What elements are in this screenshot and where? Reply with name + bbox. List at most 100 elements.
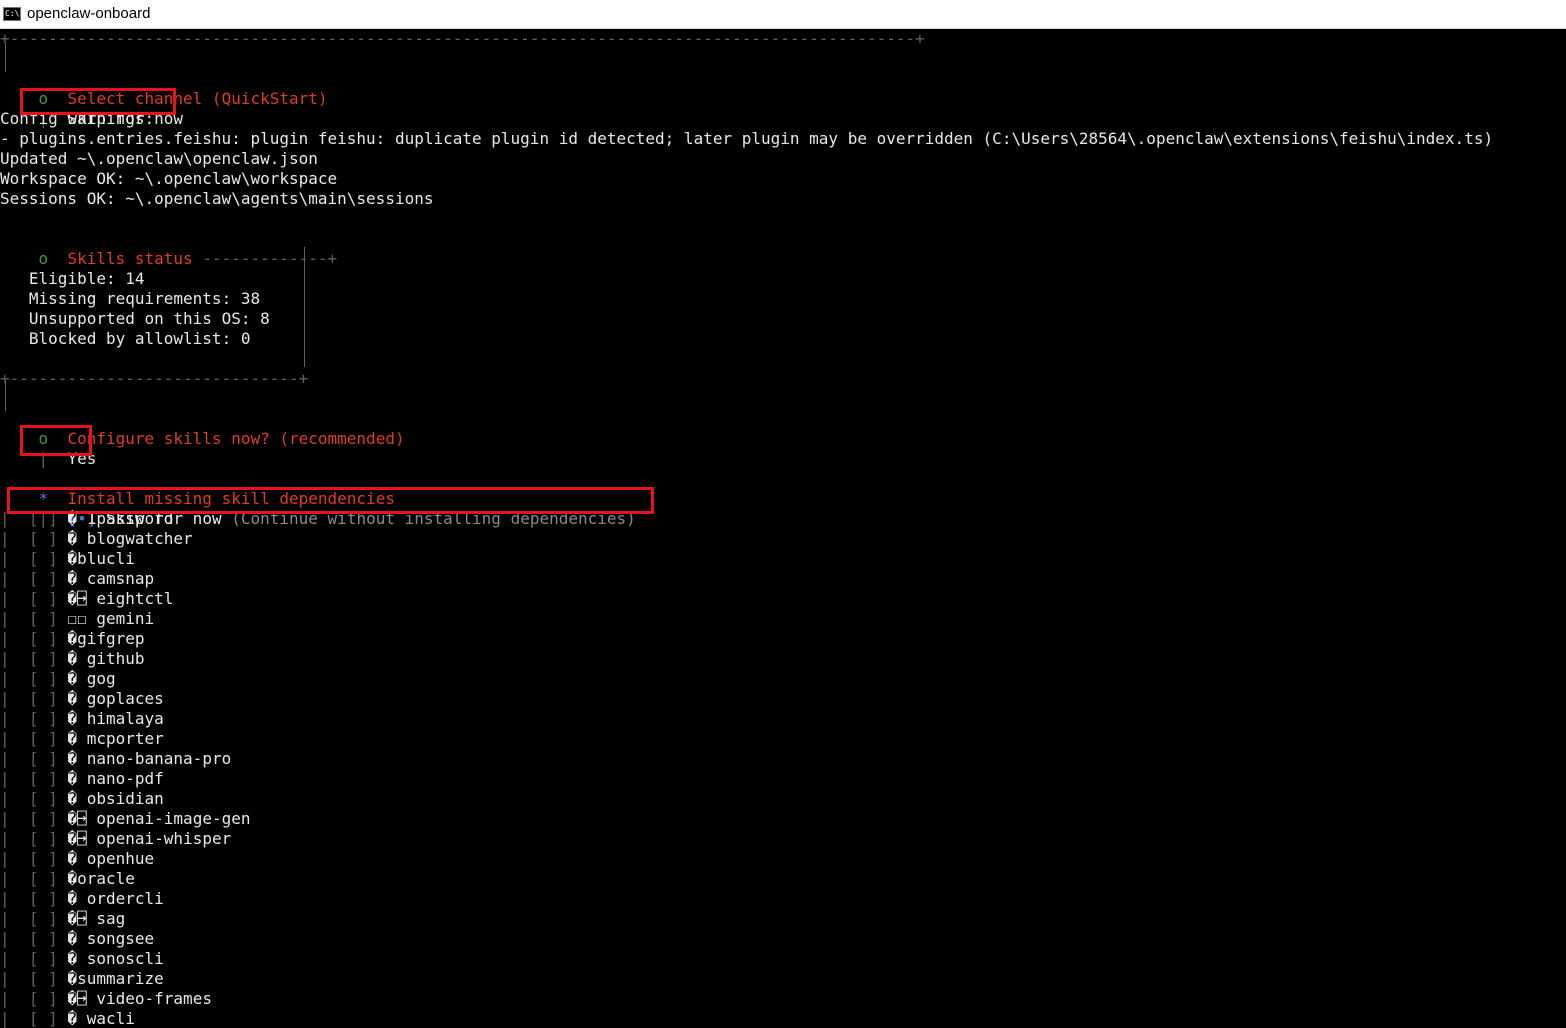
cmd-icon: C:\: [3, 7, 21, 21]
dependency-label: gifgrep: [77, 629, 145, 648]
checkbox[interactable]: [ ]: [29, 589, 58, 608]
dependency-label: eightctl: [96, 589, 174, 608]
checkbox[interactable]: [ ]: [29, 889, 58, 908]
skill-emoji-icon: �: [67, 569, 87, 588]
dependency-option[interactable]: | [ ] �⍈ openai-whisper: [0, 829, 231, 849]
checkbox[interactable]: [ ]: [29, 809, 58, 828]
dependency-option[interactable]: | [ ] � songsee: [0, 929, 154, 949]
status-line-updated: Updated ~\.openclaw\openclaw.json: [0, 149, 318, 168]
skill-emoji-icon: �⍈: [67, 829, 97, 848]
dependency-label: gog: [86, 669, 116, 688]
checkbox[interactable]: [ ]: [29, 749, 58, 768]
skill-emoji-icon: �⍈: [67, 989, 97, 1008]
dependency-option[interactable]: | [ ] �⍈ video-frames: [0, 989, 212, 1009]
dependency-label: sonoscli: [86, 949, 164, 968]
status-line-workspace: Workspace OK: ~\.openclaw\workspace: [0, 169, 338, 188]
dependency-option[interactable]: | [ ] �⍈ openai-image-gen: [0, 809, 250, 829]
checkbox[interactable]: [ ]: [29, 569, 58, 588]
checkbox[interactable]: [ ]: [29, 709, 58, 728]
dependency-label: camsnap: [86, 569, 155, 588]
skill-emoji-icon: ☐☐: [67, 609, 97, 628]
checkbox[interactable]: [ ]: [29, 789, 58, 808]
checkbox[interactable]: [ ]: [29, 609, 58, 628]
dependency-label: github: [86, 649, 145, 668]
dependency-label: obsidian: [86, 789, 164, 808]
skill-emoji-icon: �: [67, 549, 78, 568]
checkbox[interactable]: [ ]: [29, 929, 58, 948]
dependency-option[interactable]: | [ ] � github: [0, 649, 145, 669]
skill-emoji-icon: �: [67, 689, 87, 708]
checkbox[interactable]: [ ]: [29, 849, 58, 868]
checkbox[interactable]: [ ]: [29, 949, 58, 968]
checkbox[interactable]: [ ]: [29, 729, 58, 748]
dependency-option[interactable]: | [ ] � himalaya: [0, 709, 164, 729]
skill-emoji-icon: �: [67, 789, 87, 808]
dependency-option[interactable]: | [ ] �⍈ sag: [0, 909, 125, 929]
checkbox[interactable]: [ ]: [29, 969, 58, 988]
highlight-box: [20, 88, 176, 115]
highlight-box: [7, 487, 654, 514]
configure-skills-title: Configure skills now? (recommended): [67, 429, 405, 448]
checkbox[interactable]: [ ]: [29, 549, 58, 568]
skill-emoji-icon: �: [67, 1009, 87, 1028]
dependency-option[interactable]: | [ ] ☐☐ gemini: [0, 609, 154, 629]
dependency-option[interactable]: | [ ] � nano-pdf: [0, 769, 164, 789]
dependency-option[interactable]: | [ ] � openhue: [0, 849, 154, 869]
skill-emoji-icon: �: [67, 729, 87, 748]
dependency-label: wacli: [86, 1009, 135, 1028]
top-border: +---------------------------------------…: [0, 29, 925, 48]
skill-emoji-icon: �: [67, 529, 87, 548]
skill-emoji-icon: �: [67, 709, 87, 728]
skills-unsupported: Unsupported on this OS: 8: [28, 309, 270, 328]
checkbox[interactable]: [ ]: [29, 829, 58, 848]
dependency-label: video-frames: [96, 989, 212, 1008]
dependency-option[interactable]: | [ ] �blucli: [0, 549, 135, 569]
dependency-label: summarize: [77, 969, 164, 988]
checkbox[interactable]: [ ]: [29, 1009, 58, 1028]
terminal-output[interactable]: +---------------------------------------…: [0, 29, 1566, 1028]
dependency-option[interactable]: | [ ] � mcporter: [0, 729, 164, 749]
dependency-option[interactable]: | [ ] � wacli: [0, 1009, 135, 1028]
dependency-option[interactable]: | [ ] � gog: [0, 669, 116, 689]
dependency-option[interactable]: | [ ] �gifgrep: [0, 629, 145, 649]
dependency-option[interactable]: | [ ] �⍈ eightctl: [0, 589, 173, 609]
skill-emoji-icon: �: [67, 669, 87, 688]
skill-emoji-icon: �⍈: [67, 809, 97, 828]
dependency-option[interactable]: | [ ] �summarize: [0, 969, 164, 989]
dependency-option[interactable]: | [ ] � camsnap: [0, 569, 154, 589]
checkbox[interactable]: [ ]: [29, 669, 58, 688]
skills-missing-requirements: Missing requirements: 38: [28, 289, 261, 308]
checkbox[interactable]: [ ]: [29, 649, 58, 668]
dependency-label: ordercli: [86, 889, 164, 908]
checkbox[interactable]: [ ]: [29, 629, 58, 648]
dependency-option[interactable]: | [ ] � nano-banana-pro: [0, 749, 231, 769]
dependency-label: mcporter: [86, 729, 164, 748]
dependency-option[interactable]: | [ ] � ordercli: [0, 889, 164, 909]
status-line-sessions: Sessions OK: ~\.openclaw\agents\main\ses…: [0, 189, 434, 208]
checkbox[interactable]: [ ]: [29, 529, 58, 548]
skill-emoji-icon: �: [67, 949, 87, 968]
dependency-label: himalaya: [86, 709, 164, 728]
dependency-label: songsee: [86, 929, 155, 948]
dependency-label: sag: [96, 909, 126, 928]
dependency-label: openai-whisper: [96, 829, 232, 848]
checkbox[interactable]: [ ]: [29, 909, 58, 928]
skill-emoji-icon: �: [67, 869, 78, 888]
dependency-label: openai-image-gen: [96, 809, 251, 828]
dependency-option[interactable]: | [ ] �oracle: [0, 869, 135, 889]
window-titlebar: C:\ openclaw-onboard: [0, 0, 1566, 29]
checkbox[interactable]: [ ]: [29, 869, 58, 888]
dependency-option[interactable]: | [ ] � obsidian: [0, 789, 164, 809]
dependency-option[interactable]: | [ ] � sonoscli: [0, 949, 164, 969]
dependency-option[interactable]: | [ ] � blogwatcher: [0, 529, 193, 549]
skills-eligible: Eligible: 14: [28, 269, 145, 288]
dependency-option[interactable]: | [ ] � goplaces: [0, 689, 164, 709]
skill-emoji-icon: �: [67, 929, 87, 948]
skills-blocked: Blocked by allowlist: 0: [28, 329, 251, 348]
checkbox[interactable]: [ ]: [29, 689, 58, 708]
dependency-label: goplaces: [86, 689, 164, 708]
checkbox[interactable]: [ ]: [29, 989, 58, 1008]
dependency-label: gemini: [96, 609, 155, 628]
prompt-bullet: o: [38, 249, 49, 268]
checkbox[interactable]: [ ]: [29, 769, 58, 788]
